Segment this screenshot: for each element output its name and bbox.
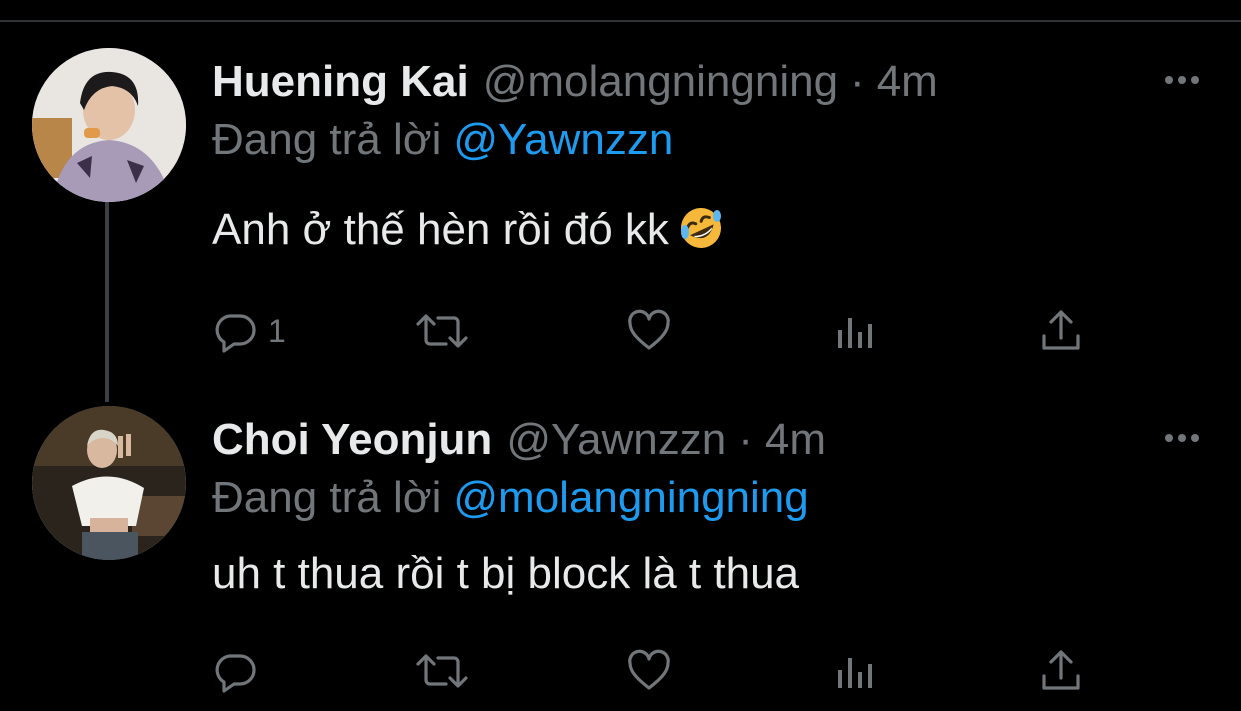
user-handle[interactable]: @Yawnzzn	[506, 415, 726, 464]
analytics-button[interactable]	[832, 646, 878, 696]
mention-link[interactable]: @Yawnzzn	[453, 115, 673, 164]
tweet-header: Huening Kai @molangningning · 4m	[212, 54, 938, 110]
replying-to-label: Đang trả lời	[212, 473, 442, 522]
replying-to: Đang trả lời @molangningning	[212, 470, 809, 526]
like-icon	[628, 309, 670, 350]
timestamp[interactable]: 4m	[765, 415, 826, 464]
avatar[interactable]	[32, 48, 186, 202]
analytics-icon	[838, 318, 872, 348]
separator: ·	[850, 57, 865, 106]
tweet-text-content: Anh ở thế hèn rồi đó kk	[212, 205, 669, 254]
tweet-text: Anh ở thế hèn rồi đó kk	[212, 202, 723, 258]
avatar-image	[32, 406, 186, 560]
tweet-text: uh t thua rồi t bị block là t thua	[212, 546, 799, 602]
retweet-button[interactable]	[412, 306, 472, 356]
replying-to-label: Đang trả lời	[212, 115, 442, 164]
reply-count: 1	[268, 312, 286, 349]
avatar[interactable]	[32, 406, 186, 560]
display-name[interactable]: Choi Yeonjun	[212, 415, 492, 464]
share-icon	[1042, 310, 1080, 350]
share-button[interactable]	[1038, 646, 1084, 696]
more-options-button[interactable]	[1160, 426, 1204, 450]
separator: ·	[738, 415, 753, 464]
more-options-button[interactable]	[1160, 68, 1204, 92]
laughing-emoji-icon	[680, 208, 721, 249]
like-button[interactable]	[626, 646, 672, 696]
reply-button[interactable]: 1	[212, 306, 286, 356]
analytics-icon	[838, 658, 872, 688]
reply-icon	[215, 314, 256, 353]
timestamp[interactable]: 4m	[877, 57, 938, 106]
replying-to: Đang trả lời @Yawnzzn	[212, 112, 673, 168]
reply-button[interactable]	[212, 646, 268, 696]
retweet-icon	[416, 654, 468, 688]
more-icon	[1165, 76, 1199, 84]
retweet-button[interactable]	[412, 646, 472, 696]
display-name[interactable]: Huening Kai	[212, 57, 469, 106]
tweet-actions	[212, 646, 1112, 696]
like-button[interactable]	[626, 306, 672, 356]
thread-connector-line	[105, 202, 109, 402]
mention-link[interactable]: @molangningning	[453, 473, 808, 522]
like-icon	[628, 649, 670, 690]
avatar-image	[32, 48, 186, 202]
share-button[interactable]	[1038, 306, 1084, 356]
tweet-header: Choi Yeonjun @Yawnzzn · 4m	[212, 412, 826, 468]
tweet-text-content: uh t thua rồi t bị block là t thua	[212, 549, 800, 598]
reply-icon	[215, 654, 256, 693]
more-icon	[1165, 434, 1199, 442]
analytics-button[interactable]	[832, 306, 878, 356]
retweet-icon	[416, 314, 468, 348]
user-handle[interactable]: @molangningning	[483, 57, 838, 106]
share-icon	[1042, 650, 1080, 690]
top-divider	[0, 20, 1241, 22]
tweet-actions: 1	[212, 306, 1112, 356]
